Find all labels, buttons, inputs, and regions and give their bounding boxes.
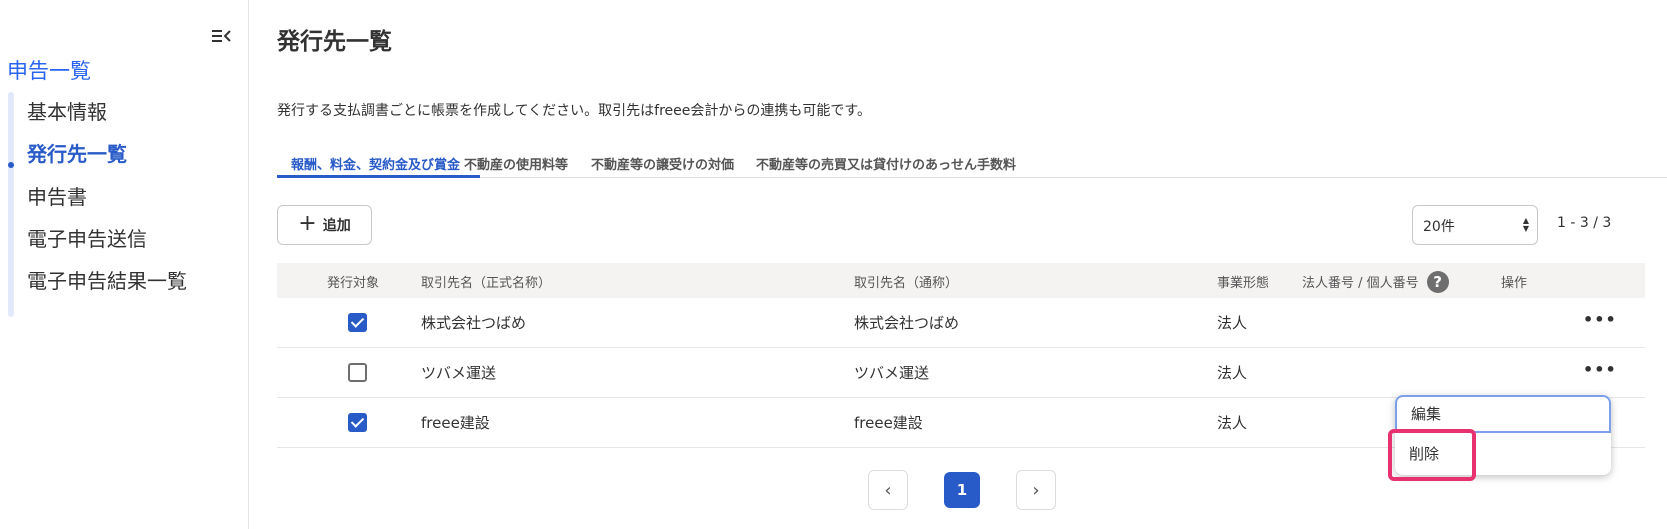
result-range: 1 - 3 / 3 <box>1557 215 1612 231</box>
header-business-type: 事業形態 <box>1217 276 1270 291</box>
plus-icon: + <box>298 211 317 236</box>
more-actions-icon[interactable]: ••• <box>1583 360 1617 379</box>
delete-highlight-box <box>1388 429 1476 481</box>
tab-real-estate-brokerage[interactable]: 不動産等の売買又は貸付けのあっせん手数料 <box>756 154 1016 173</box>
page-description: 発行する支払調書ごとに帳票を作成してください。取引先はfreee会計からの連携も… <box>277 103 871 119</box>
help-icon[interactable]: ? <box>1426 271 1449 293</box>
business-type-cell: 法人 <box>1217 414 1248 432</box>
common-name-cell: freee建設 <box>854 414 923 432</box>
active-indicator <box>8 162 14 168</box>
sidebar-item-declaration[interactable]: 申告書 <box>27 181 87 210</box>
next-page-button[interactable]: › <box>1016 470 1056 510</box>
sidebar-nav-track <box>8 92 14 317</box>
add-button-label: 追加 <box>322 218 351 234</box>
official-name-cell: ツバメ運送 <box>421 364 497 382</box>
page-title: 発行先一覧 <box>277 29 392 55</box>
active-tab-underline <box>277 175 480 178</box>
sidebar-item-e-filing[interactable]: 電子申告送信 <box>27 223 147 252</box>
main-content: 発行先一覧 発行する支払調書ごとに帳票を作成してください。取引先はfreee会計… <box>250 0 1667 529</box>
sidebar-collapse-icon[interactable] <box>210 26 234 46</box>
per-page-value: 20件 <box>1423 219 1455 235</box>
per-page-select[interactable]: 20件 ▲ ▼ <box>1412 205 1538 245</box>
sidebar: 申告一覧 基本情報 発行先一覧 申告書 電子申告送信 電子申告結果一覧 <box>0 0 249 529</box>
official-name-cell: 株式会社つばめ <box>421 314 527 332</box>
sidebar-item-issuer-list[interactable]: 発行先一覧 <box>27 138 127 167</box>
select-arrows-icon: ▲ ▼ <box>1522 216 1529 233</box>
header-target: 発行対象 <box>327 276 380 291</box>
common-name-cell: 株式会社つばめ <box>854 314 960 332</box>
issue-target-checkbox[interactable] <box>348 363 367 382</box>
tab-remuneration[interactable]: 報酬、料金、契約金及び賞金 <box>291 154 460 173</box>
issue-target-checkbox[interactable] <box>348 313 367 332</box>
more-actions-icon[interactable]: ••• <box>1583 310 1617 329</box>
table-row: ツバメ運送 ツバメ運送 法人 ••• <box>277 348 1645 398</box>
header-official-name: 取引先名（正式名称） <box>421 276 552 291</box>
tab-real-estate-transfer[interactable]: 不動産等の譲受けの対価 <box>591 154 734 173</box>
table-header: 発行対象 取引先名（正式名称） 取引先名（通称） 事業形態 法人番号 / 個人番… <box>277 263 1645 298</box>
business-type-cell: 法人 <box>1217 314 1248 332</box>
edit-menu-item[interactable]: 編集 <box>1395 395 1611 433</box>
sidebar-item-e-filing-results[interactable]: 電子申告結果一覧 <box>27 265 187 294</box>
common-name-cell: ツバメ運送 <box>854 364 930 382</box>
prev-page-button[interactable]: ‹ <box>868 470 908 510</box>
add-button[interactable]: + 追加 <box>277 205 372 245</box>
official-name-cell: freee建設 <box>421 414 490 432</box>
sidebar-item-basic-info[interactable]: 基本情報 <box>27 96 107 125</box>
header-common-name: 取引先名（通称） <box>854 276 959 291</box>
tab-real-estate-rent[interactable]: 不動産の使用料等 <box>464 154 568 173</box>
header-actions: 操作 <box>1501 276 1528 291</box>
business-type-cell: 法人 <box>1217 364 1248 382</box>
chevron-right-icon: › <box>1032 479 1040 501</box>
page-1-button[interactable]: 1 <box>944 472 980 508</box>
header-number: 法人番号 / 個人番号? <box>1302 271 1449 293</box>
header-number-label: 法人番号 / 個人番号 <box>1302 276 1419 291</box>
table-row: 株式会社つばめ 株式会社つばめ 法人 ••• <box>277 298 1645 348</box>
tab-bar: 報酬、料金、契約金及び賞金 不動産の使用料等 不動産等の譲受けの対価 不動産等の… <box>277 152 1667 178</box>
sidebar-parent-link[interactable]: 申告一覧 <box>7 55 91 85</box>
chevron-left-icon: ‹ <box>884 479 892 501</box>
issue-target-checkbox[interactable] <box>348 413 367 432</box>
